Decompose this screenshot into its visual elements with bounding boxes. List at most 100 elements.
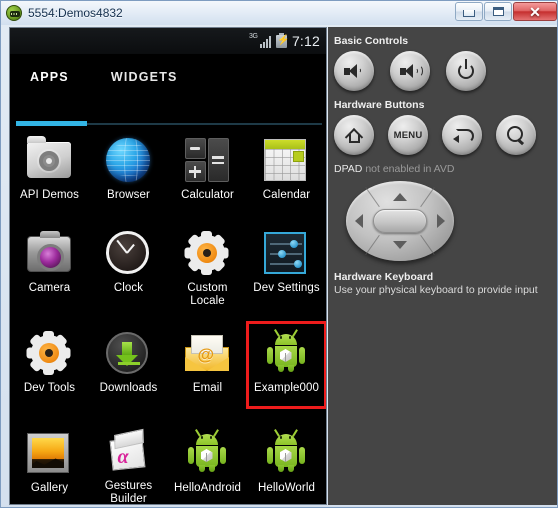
app-label: HelloWorld [257, 482, 316, 494]
launcher-tabs: APPS WIDGETS [10, 54, 326, 99]
app-label-line1: Gestures [104, 480, 153, 492]
app-label-line2: Locale [190, 295, 225, 307]
window-title-bar[interactable]: 5554:Demos4832 ✕ [1, 1, 557, 25]
app-row: API Demos Browser Calculator Calendar [10, 129, 326, 222]
dev-settings-icon [263, 230, 310, 276]
app-icon-helloandroid[interactable]: HelloAndroid [168, 422, 247, 504]
hardware-buttons-title: Hardware Buttons [334, 99, 425, 111]
dpad-status-text: not enabled in AVD [362, 163, 455, 175]
app-label: Example000 [254, 382, 319, 394]
tab-widgets[interactable]: WIDGETS [111, 70, 178, 84]
calculator-icon [184, 137, 231, 183]
api-demos-icon [26, 136, 73, 183]
app-icon-calendar[interactable]: Calendar [247, 129, 326, 222]
app-label: API Demos [19, 189, 80, 201]
gestures-builder-icon: α [106, 428, 152, 474]
dpad-center-button[interactable] [373, 209, 427, 233]
downloads-icon [105, 330, 152, 376]
email-icon: @ [184, 330, 231, 376]
app-label: Email [192, 382, 223, 394]
calendar-icon [263, 137, 310, 183]
status-bar-clock: 7:12 [291, 33, 320, 49]
clock-icon [105, 230, 152, 276]
dpad-down-icon[interactable] [393, 241, 407, 249]
app-row: Gallery α Gestures Builder HelloAndroid … [10, 422, 326, 505]
dpad-label: DPAD [334, 163, 363, 175]
close-button[interactable]: ✕ [513, 2, 557, 21]
browser-globe-icon [105, 137, 152, 183]
search-icon [507, 126, 525, 144]
app-icon-downloads[interactable]: Downloads [89, 322, 168, 422]
home-icon [345, 127, 364, 146]
menu-button[interactable]: MENU [388, 115, 428, 155]
app-label: Dev Tools [23, 382, 76, 394]
hardware-keyboard-title: Hardware Keyboard [334, 271, 434, 283]
minimize-icon [463, 9, 475, 17]
maximize-button[interactable] [484, 2, 512, 21]
app-label: Calculator [181, 189, 234, 201]
volume-down-button[interactable] [334, 51, 374, 91]
menu-label: MENU [393, 129, 423, 141]
app-label: HelloAndroid [173, 482, 242, 494]
app-label: Custom Locale [187, 282, 227, 308]
app-icon-clock[interactable]: Clock [89, 222, 168, 322]
custom-locale-icon [184, 230, 231, 276]
app-icon-example000[interactable]: Example000 [246, 321, 326, 409]
battery-charging-icon [275, 32, 289, 48]
app-icon-email[interactable]: @ Email [168, 322, 247, 422]
power-button[interactable] [446, 51, 486, 91]
app-label-line2: Builder [110, 493, 147, 505]
emulator-body: 3G 7:12 APPS WIDGETS [1, 25, 557, 507]
app-grid: API Demos Browser Calculator Calendar Ca… [10, 129, 326, 505]
device-screen[interactable]: 3G 7:12 APPS WIDGETS [9, 27, 327, 505]
speaker-low-icon [344, 63, 364, 79]
maximize-icon [492, 7, 504, 16]
close-icon: ✕ [529, 3, 541, 20]
app-label: Camera [28, 282, 71, 294]
app-icon-dev-settings[interactable]: Dev Settings [247, 222, 326, 322]
android-robot-icon [264, 329, 310, 376]
home-button[interactable] [334, 115, 374, 155]
dpad-up-icon[interactable] [393, 193, 407, 201]
emulator-window: 5554:Demos4832 ✕ 3G 7:12 [0, 0, 558, 508]
speaker-high-icon [400, 63, 423, 79]
dpad-left-icon[interactable] [355, 214, 363, 228]
window-title: 5554:Demos4832 [28, 6, 123, 20]
app-row: Camera Clock Custom Locale Dev Settings [10, 222, 326, 322]
minimize-button[interactable] [455, 2, 483, 21]
app-label: Downloads [99, 382, 158, 394]
app-icon-helloworld[interactable]: HelloWorld [247, 422, 326, 504]
app-icon-camera[interactable]: Camera [10, 222, 89, 322]
app-label-line1: Custom [187, 282, 228, 294]
back-arrow-icon [452, 128, 474, 143]
app-icon-dev-tools[interactable]: Dev Tools [10, 322, 89, 422]
android-robot-icon [264, 429, 310, 476]
power-icon [458, 59, 474, 79]
app-icon-custom-locale[interactable]: Custom Locale [168, 222, 247, 322]
signal-indicator: 3G [248, 33, 271, 48]
dev-tools-icon [26, 330, 73, 376]
android-emulator-icon [6, 5, 22, 21]
volume-up-button[interactable] [390, 51, 430, 91]
gallery-icon [26, 430, 73, 476]
app-icon-browser[interactable]: Browser [89, 129, 168, 222]
network-type-label: 3G [248, 33, 258, 40]
basic-controls-title: Basic Controls [334, 35, 409, 47]
dpad-status-line: DPAD not enabled in AVD [334, 163, 557, 175]
app-label: Gestures Builder [104, 480, 153, 505]
tab-apps[interactable]: APPS [30, 70, 69, 84]
app-icon-calculator[interactable]: Calculator [168, 129, 247, 222]
dpad-right-icon[interactable] [437, 214, 445, 228]
app-icon-gallery[interactable]: Gallery [10, 422, 89, 504]
app-icon-api-demos[interactable]: API Demos [10, 129, 89, 222]
window-controls: ✕ [454, 2, 557, 21]
app-label: Dev Settings [253, 282, 320, 294]
app-label: Browser [107, 189, 150, 201]
app-icon-gestures-builder[interactable]: α Gestures Builder [89, 422, 168, 505]
search-button[interactable] [496, 115, 536, 155]
dpad-control[interactable] [346, 181, 454, 261]
android-robot-icon [185, 429, 231, 476]
app-label: Gallery [30, 482, 69, 494]
back-button[interactable] [442, 115, 482, 155]
tab-active-indicator [16, 121, 87, 126]
